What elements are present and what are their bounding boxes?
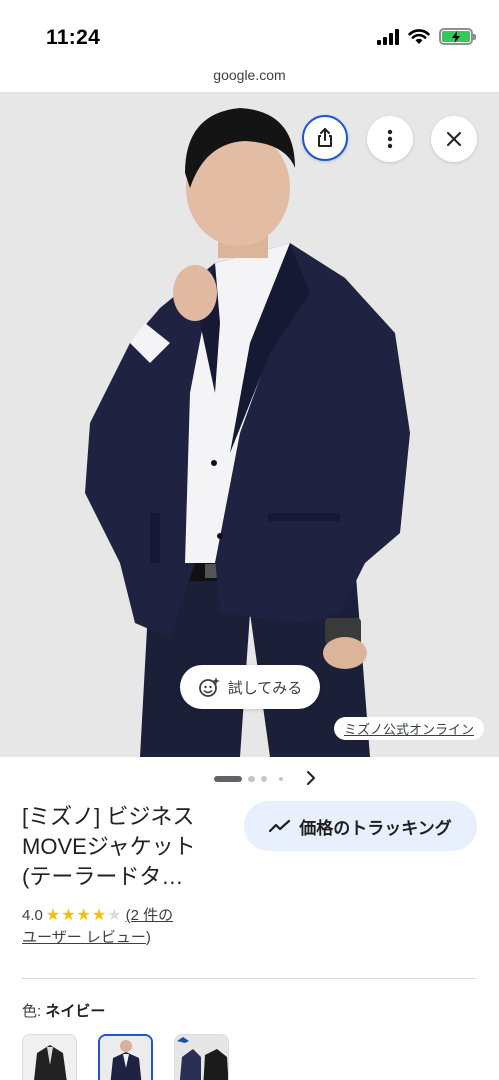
price-tracking-label: 価格のトラッキング (299, 818, 452, 838)
share-button[interactable] (302, 115, 348, 161)
carousel-dot[interactable] (279, 777, 283, 781)
carousel-dot[interactable] (214, 776, 242, 782)
more-options-button[interactable] (367, 116, 413, 162)
reviews-close-paren: ) (145, 929, 151, 946)
product-title: [ミズノ] ビジネス MOVEジャケット (テーラードタ… (22, 802, 237, 892)
source-link[interactable]: ミズノ公式オンライン (333, 717, 484, 740)
product-title-line: MOVEジャケット (22, 834, 196, 859)
swatch-black[interactable] (22, 1034, 77, 1080)
rating-stars: ★★★★★ (45, 907, 123, 924)
reviews-link-text: ユーザー レビュー (22, 929, 146, 946)
carousel-dot[interactable] (248, 776, 255, 782)
product-title-line: (テーラードタ… (22, 864, 184, 889)
status-icons (377, 28, 476, 45)
reviews-link-text: (2 件の (125, 907, 174, 924)
color-row: 色: ネイビー (22, 1000, 105, 1021)
more-vert-icon (387, 129, 393, 149)
share-icon (318, 128, 332, 147)
section-divider (22, 978, 477, 979)
swatch-variant[interactable] (174, 1034, 229, 1080)
color-value: ネイビー (45, 1003, 106, 1020)
rating-value: 4.0 (22, 907, 43, 924)
close-button[interactable] (431, 116, 477, 162)
carousel-dot[interactable] (261, 776, 267, 782)
status-bar: 11:24 (0, 0, 499, 62)
image-carousel-indicator (0, 768, 499, 788)
rating-row: 4.0 ★★★★★ (2 件のユーザー レビュー) (22, 905, 222, 949)
model-photo (0, 93, 499, 757)
try-on-button[interactable]: 試してみる (180, 665, 320, 709)
url-bar[interactable]: google.com (0, 62, 499, 92)
wifi-icon (408, 28, 430, 44)
signal-icon (377, 28, 399, 45)
swatch-navy[interactable] (98, 1034, 153, 1080)
status-time: 11:24 (46, 26, 101, 49)
color-label: 色: (22, 1003, 42, 1020)
url-text: google.com (213, 67, 286, 83)
try-on-label: 試してみる (227, 679, 303, 697)
color-swatches (22, 1034, 229, 1080)
product-image[interactable]: 試してみる ミズノ公式オンライン (0, 93, 499, 757)
chevron-right-icon[interactable] (305, 770, 317, 786)
try-on-sparkle-icon (198, 677, 220, 697)
close-icon (447, 132, 461, 146)
price-tracking-button[interactable]: 価格のトラッキング (244, 801, 477, 851)
trending-up-icon (269, 819, 291, 833)
battery-charging-icon (439, 28, 476, 45)
product-title-line: [ミズノ] ビジネス (22, 804, 195, 829)
